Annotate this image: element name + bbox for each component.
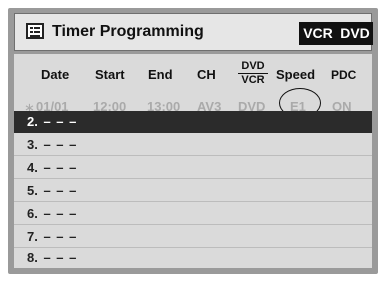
column-header-end: End	[148, 67, 173, 82]
page-title: Timer Programming	[52, 23, 204, 40]
row-empty-dashes: – – –	[43, 160, 78, 175]
row-empty-dashes: – – –	[43, 137, 78, 152]
row-number: 3.	[27, 137, 38, 152]
program-row-6[interactable]: 6. – – –	[14, 203, 372, 225]
vcr-mode-badge[interactable]: VCR	[299, 22, 337, 45]
title-bar: Timer Programming VCR DVD	[14, 13, 373, 51]
column-header-speed: Speed	[276, 67, 316, 82]
row-empty-dashes: – – –	[43, 183, 78, 198]
row-number: 7.	[27, 229, 38, 244]
column-header-pdc: PDC	[331, 68, 357, 82]
column-header-vcr: VCR	[241, 74, 265, 86]
column-header-date: Date	[41, 67, 70, 82]
program-row-5[interactable]: 5. – – –	[14, 180, 372, 202]
column-header-dvd: DVD	[238, 61, 268, 74]
program-row-2[interactable]: 2. – – –	[14, 111, 372, 133]
dvd-mode-badge[interactable]: DVD	[337, 22, 373, 45]
row-number: 8.	[27, 250, 38, 265]
program-row-8[interactable]: 8. – – –	[14, 247, 372, 269]
column-header-start: Start	[95, 67, 125, 82]
program-row-7[interactable]: 7. – – –	[14, 226, 372, 248]
row-empty-dashes: – – –	[43, 229, 78, 244]
program-row-4[interactable]: 4. – – –	[14, 157, 372, 179]
row-number: 2.	[27, 114, 38, 129]
column-header-media: DVD VCR	[238, 61, 268, 86]
column-header-ch: CH	[197, 67, 216, 82]
program-list-panel: Date Start End CH DVD VCR Speed PDC ∗ 01…	[14, 54, 372, 268]
row-empty-dashes: – – –	[43, 206, 78, 221]
row-empty-dashes: – – –	[43, 114, 78, 129]
row-number: 5.	[27, 183, 38, 198]
menu-list-icon	[26, 23, 44, 39]
timer-programming-window: Timer Programming VCR DVD Date Start End…	[8, 8, 378, 274]
row-empty-dashes: – – –	[43, 250, 78, 265]
row-number: 6.	[27, 206, 38, 221]
program-row-3[interactable]: 3. – – –	[14, 134, 372, 156]
row-number: 4.	[27, 160, 38, 175]
